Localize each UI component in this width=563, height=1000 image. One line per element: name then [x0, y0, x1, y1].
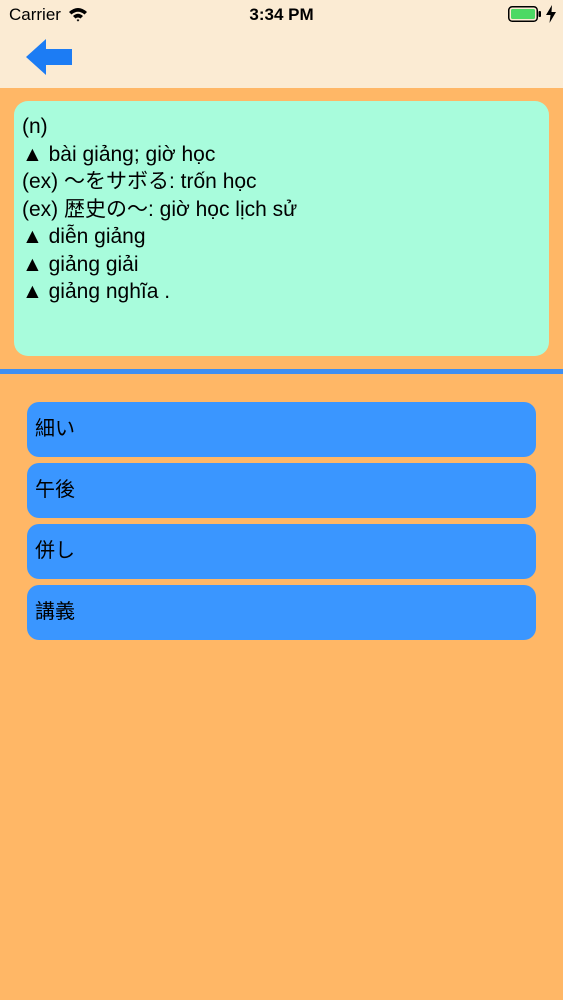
status-bar: Carrier 3:34 PM — [0, 0, 563, 30]
definition-line: (ex) 歴史の～: giờ học lịch sử — [22, 197, 298, 221]
definition-line: ▲ bài giảng; giờ học — [22, 142, 216, 166]
definition-line: (ex) ～をサボる: trốn học — [22, 170, 257, 193]
battery-icon — [508, 6, 541, 22]
divider — [0, 369, 563, 374]
option-button-1[interactable]: 細い — [27, 402, 536, 457]
definition-line: ▲ giảng nghĩa . — [22, 280, 171, 303]
option-button-4[interactable]: 講義 — [27, 585, 536, 640]
back-button[interactable] — [24, 37, 74, 77]
option-button-2[interactable]: 午後 — [27, 463, 536, 518]
definition-line: ▲ giảng giải — [22, 252, 139, 276]
option-button-3[interactable]: 併し — [27, 524, 536, 579]
top-bar: Carrier 3:34 PM — [0, 0, 563, 88]
left-arrow-icon — [26, 39, 72, 75]
definition-card: (n) ▲ bài giảng; giờ học (ex) ～をサボる: trốn … — [14, 101, 549, 356]
definition-line: (n) — [22, 115, 48, 138]
definition-line: ▲ diễn giảng — [22, 225, 146, 248]
charging-icon — [546, 5, 556, 23]
clock: 3:34 PM — [249, 5, 314, 24]
